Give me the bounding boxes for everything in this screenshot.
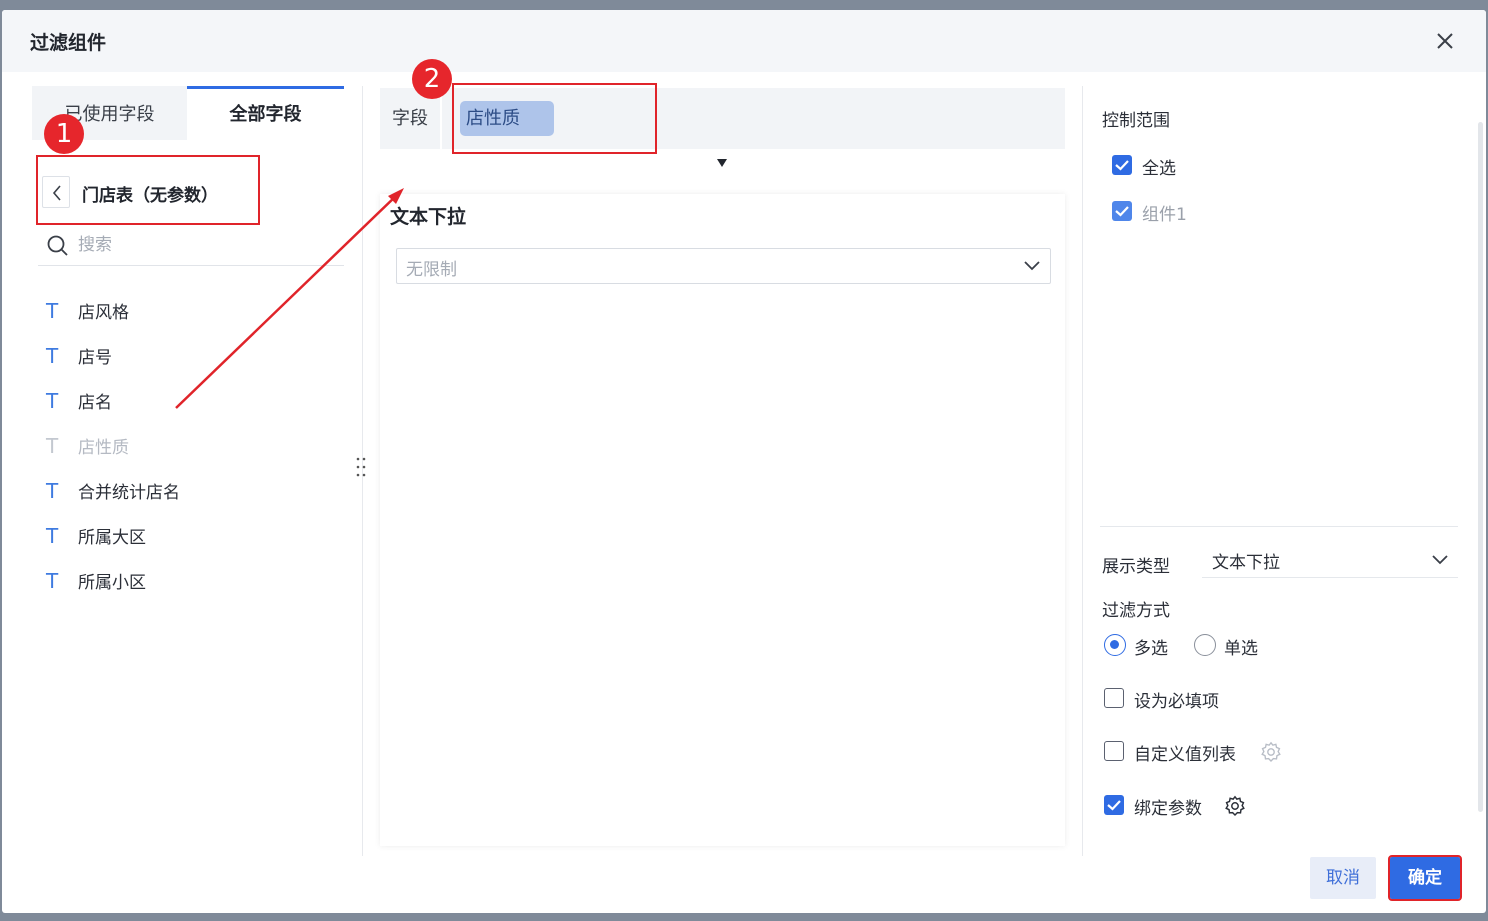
chevron-down-icon (1432, 555, 1448, 565)
display-type-dropdown[interactable]: 文本下拉 (1202, 544, 1458, 578)
field-label: 店号 (78, 348, 112, 368)
resize-handle-icon[interactable] (354, 455, 368, 481)
custom-values-checkbox[interactable] (1104, 741, 1124, 761)
field-item[interactable]: T 店号 (46, 333, 346, 378)
chevron-down-icon (1024, 261, 1040, 271)
field-search (38, 230, 344, 266)
field-item[interactable]: T 店风格 (46, 288, 346, 333)
dropdown-placeholder: 无限制 (406, 260, 457, 280)
check-icon (1115, 206, 1129, 217)
annotation-box-2 (452, 83, 657, 154)
search-icon (47, 235, 68, 256)
required-checkbox[interactable] (1104, 688, 1124, 708)
filter-component-dialog: 过滤组件 已使用字段 全部字段 门店表（无参数） T店风格 T店号 T店名 T店… (2, 10, 1486, 913)
section-divider (1100, 526, 1458, 527)
gear-icon[interactable] (1224, 795, 1246, 817)
field-item[interactable]: T 合并统计店名 (46, 468, 346, 513)
component1-checkbox[interactable] (1112, 201, 1132, 221)
field-item: T 店性质 (46, 423, 346, 468)
annotation-badge-2: 2 (412, 59, 452, 99)
field-item[interactable]: T 所属大区 (46, 513, 346, 558)
single-select-label: 单选 (1224, 639, 1258, 659)
check-icon (1115, 160, 1129, 171)
field-label: 店风格 (78, 303, 129, 323)
close-icon[interactable] (1432, 28, 1458, 54)
field-label: 所属小区 (78, 573, 146, 593)
field-label: 所属大区 (78, 528, 146, 548)
text-type-icon: T (46, 298, 59, 323)
text-type-icon: T (46, 478, 59, 503)
preview-title: 文本下拉 (390, 206, 467, 228)
multi-select-label: 多选 (1134, 639, 1168, 659)
panel-divider-right (1082, 86, 1083, 856)
annotation-badge-1: 1 (44, 114, 84, 154)
dialog-title: 过滤组件 (30, 32, 107, 54)
single-select-radio[interactable] (1194, 634, 1216, 656)
check-icon (1107, 800, 1121, 811)
preview-dropdown[interactable]: 无限制 (396, 248, 1051, 284)
backdrop-strip (0, 913, 1488, 921)
multi-select-radio[interactable] (1104, 634, 1126, 656)
field-label: 合并统计店名 (78, 483, 180, 503)
select-all-label: 全选 (1142, 159, 1176, 179)
dialog-header: 过滤组件 (2, 10, 1486, 72)
field-label: 店名 (78, 393, 112, 413)
text-type-icon: T (46, 568, 59, 593)
display-type-label: 展示类型 (1102, 557, 1170, 577)
annotation-box-1 (36, 155, 260, 225)
text-type-icon: T (46, 343, 59, 368)
caret-down-icon[interactable] (717, 159, 727, 167)
confirm-button[interactable]: 确定 (1388, 855, 1462, 901)
display-type-value: 文本下拉 (1212, 553, 1280, 573)
bind-param-label: 绑定参数 (1134, 799, 1202, 819)
text-type-icon: T (46, 433, 59, 458)
field-item[interactable]: T 所属小区 (46, 558, 346, 603)
required-label: 设为必填项 (1134, 692, 1219, 712)
custom-values-label: 自定义值列表 (1134, 745, 1236, 765)
filter-mode-label: 过滤方式 (1102, 601, 1170, 621)
search-input[interactable] (78, 230, 328, 260)
text-type-icon: T (46, 523, 59, 548)
component1-label: 组件1 (1142, 205, 1187, 225)
tab-all-fields[interactable]: 全部字段 (187, 86, 344, 140)
control-scope-label: 控制范围 (1102, 111, 1170, 131)
bind-param-checkbox[interactable] (1104, 795, 1124, 815)
field-list: T 店风格 T 店号 T 店名 T 店性质 T 合并统计店名 T 所属大区 T 所属小区 (46, 288, 346, 603)
settings-scrollbar[interactable] (1478, 122, 1483, 812)
select-all-checkbox[interactable] (1112, 155, 1132, 175)
text-type-icon: T (46, 388, 59, 413)
component-preview: 文本下拉 无限制 (380, 194, 1065, 846)
gear-icon[interactable] (1260, 741, 1282, 763)
cancel-button[interactable]: 取消 (1310, 857, 1376, 899)
field-item[interactable]: T 店名 (46, 378, 346, 423)
field-label: 店性质 (78, 438, 129, 458)
